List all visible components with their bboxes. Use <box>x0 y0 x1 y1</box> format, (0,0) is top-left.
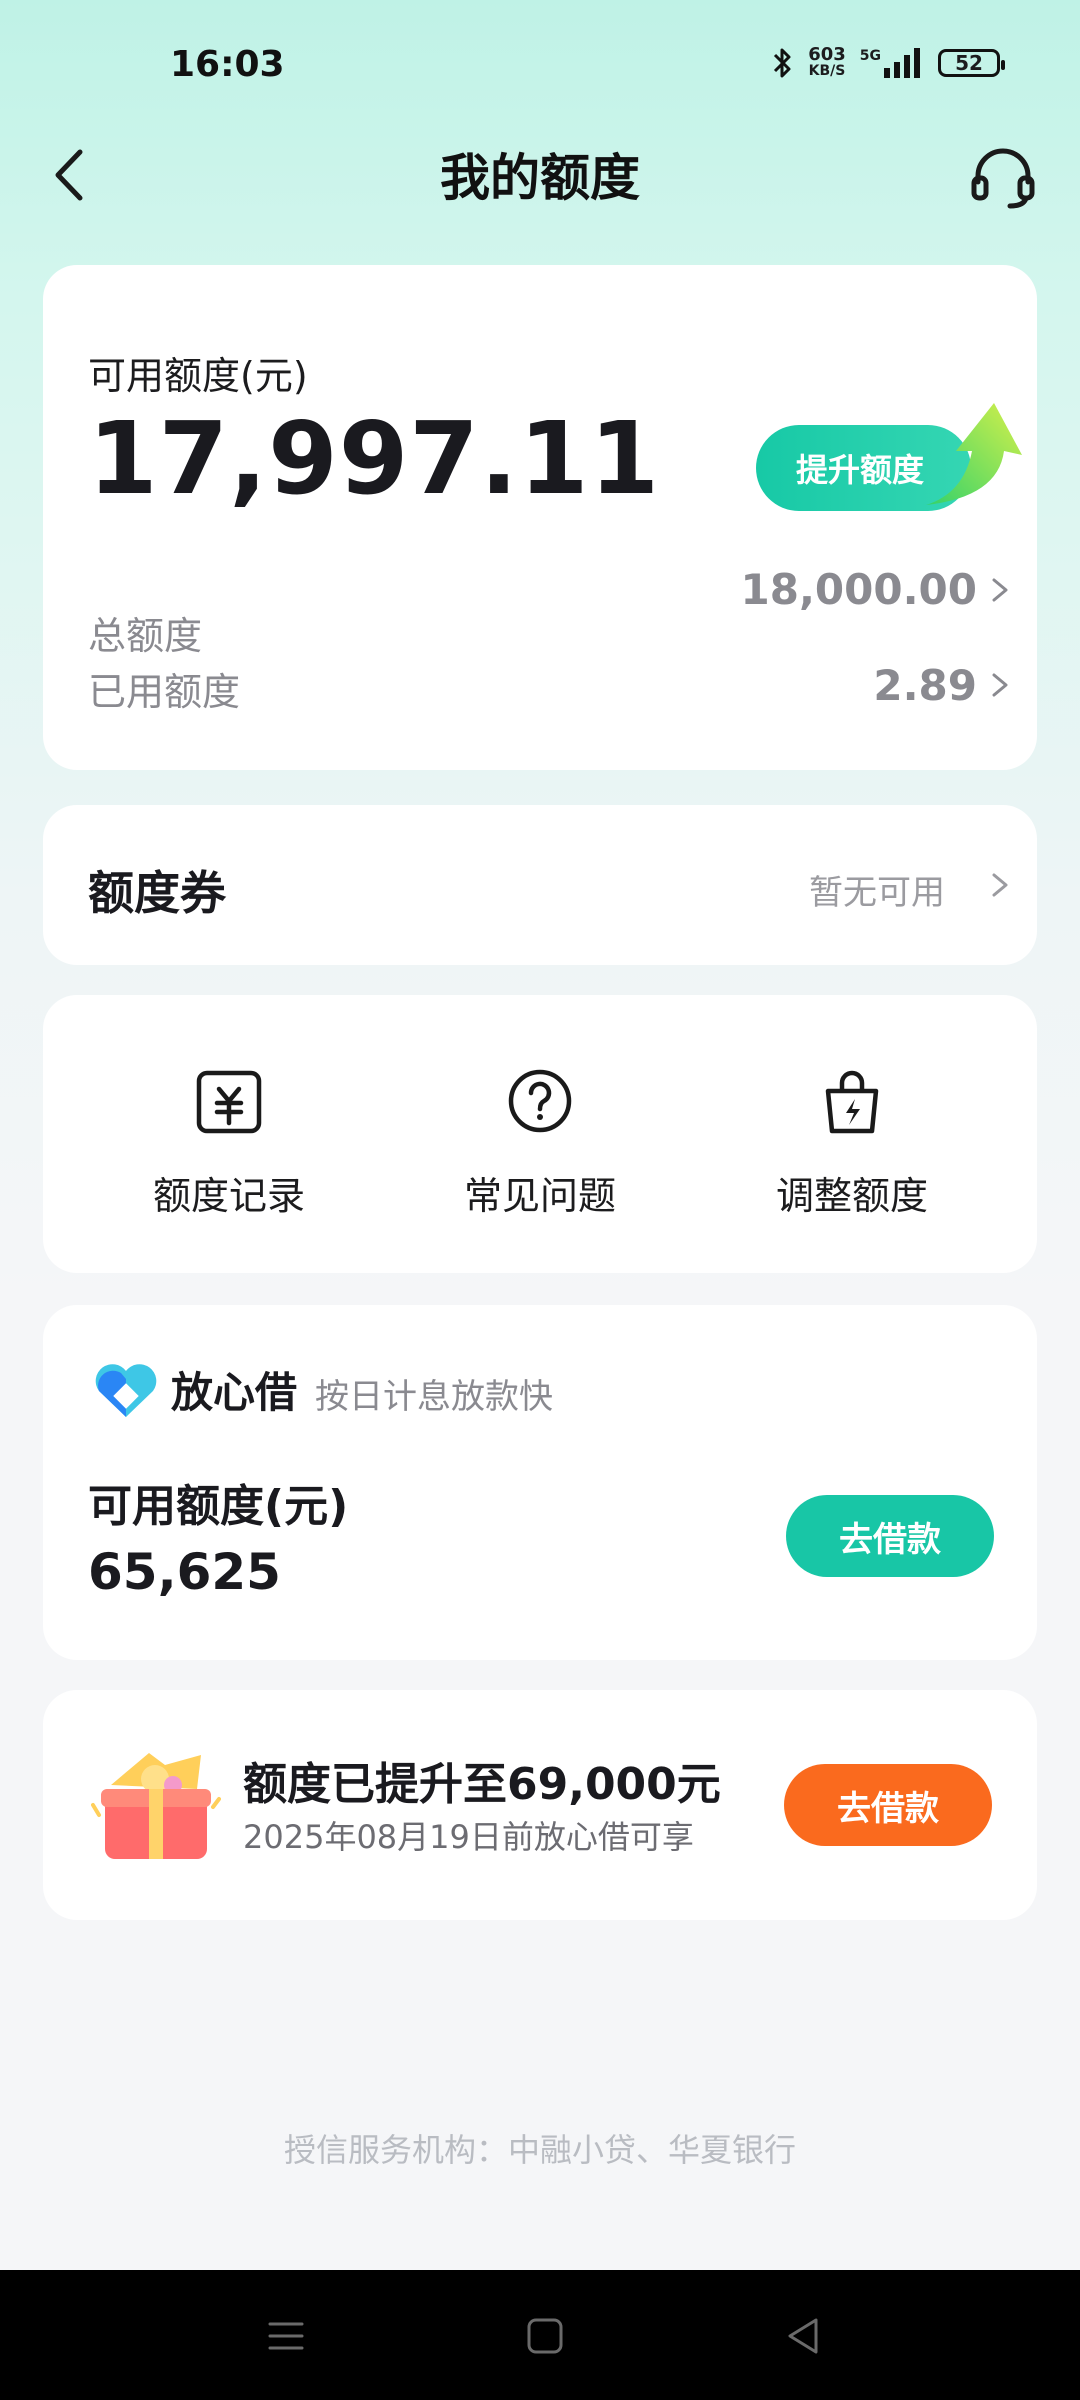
available-quota-label: 可用额度(元) <box>88 354 308 398</box>
promo-borrow-button[interactable]: 去借款 <box>784 1764 992 1846</box>
headset-icon[interactable] <box>966 140 1040 214</box>
promo-title: 额度已提升至69,000元 <box>243 1759 721 1810</box>
status-bar: 16:03 603 KB/S 5G 52 <box>0 0 1080 130</box>
bluetooth-icon <box>774 48 791 78</box>
promo-subtitle: 2025年08月19日前放心借可享 <box>243 1818 694 1856</box>
total-quota-label: 总额度 <box>88 614 203 658</box>
question-circle-icon <box>508 1069 572 1133</box>
fangxinjie-available-label: 可用额度(元) <box>88 1481 349 1532</box>
total-quota-value[interactable]: 18,000.00 <box>741 565 977 614</box>
fangxinjie-card: 放心借 按日计息放款快 可用额度(元) 65,625 去借款 <box>43 1305 1037 1660</box>
raise-quota-button[interactable]: 提升额度 <box>756 403 1022 513</box>
system-nav-bar <box>0 2270 1080 2400</box>
gift-box-icon <box>91 1753 221 1859</box>
signal-label: 5G <box>859 48 881 64</box>
net-speed-unit: KB/S <box>808 63 846 79</box>
fangxinjie-logo-icon <box>95 1364 157 1417</box>
signal-indicator: 5G <box>860 48 924 78</box>
battery-icon: 52 <box>938 49 1005 77</box>
yuan-receipt-icon <box>196 1070 262 1134</box>
chevron-right-icon[interactable] <box>985 665 1015 705</box>
back-triangle-icon[interactable] <box>780 2312 828 2360</box>
status-icons: 603 KB/S 5G 52 <box>772 46 1005 80</box>
promo-card: 额度已提升至69,000元 2025年08月19日前放心借可享 去借款 <box>43 1690 1037 1920</box>
battery-level: 52 <box>955 51 983 75</box>
coupon-label: 额度券 <box>88 866 226 920</box>
net-speed-value: 603 <box>808 44 846 65</box>
action-faq[interactable]: 常见问题 <box>390 1065 690 1220</box>
menu-icon[interactable] <box>262 2312 310 2360</box>
page-title: 我的额度 <box>440 149 640 207</box>
fangxinjie-tagline: 按日计息放款快 <box>315 1377 553 1417</box>
action-label: 常见问题 <box>463 1174 616 1218</box>
quota-coupon-row[interactable]: 额度券 暂无可用 <box>43 805 1037 965</box>
status-time: 16:03 <box>170 44 285 85</box>
net-speed: 603 KB/S <box>808 46 846 80</box>
credit-institution-note: 授信服务机构：中融小贷、华夏银行 <box>283 2131 796 2169</box>
quota-card: 可用额度(元) 17,997.11 提升额度 总额度 18,000.00 已用额… <box>43 265 1037 770</box>
action-quota-record[interactable]: 额度记录 <box>79 1065 379 1220</box>
fangxinjie-brand: 放心借 <box>171 1368 298 1417</box>
action-label: 额度记录 <box>152 1174 305 1218</box>
quick-actions-card: 额度记录 常见问题 调整额度 <box>43 995 1037 1273</box>
action-adjust-quota[interactable]: 调整额度 <box>702 1065 1002 1220</box>
fangxinjie-available-value: 65,625 <box>88 1543 281 1601</box>
home-icon[interactable] <box>521 2312 569 2360</box>
lightning-bag-icon <box>825 1070 879 1134</box>
used-quota-label: 已用额度 <box>88 670 241 714</box>
chevron-right-icon[interactable] <box>985 570 1015 610</box>
fangxinjie-borrow-button[interactable]: 去借款 <box>786 1495 994 1577</box>
used-quota-value[interactable]: 2.89 <box>873 661 977 710</box>
action-label: 调整额度 <box>775 1174 928 1218</box>
signal-bars-icon <box>884 48 920 78</box>
coupon-status: 暂无可用 <box>809 873 945 913</box>
available-quota-value: 17,997.11 <box>88 400 661 517</box>
chevron-right-icon[interactable] <box>985 865 1015 905</box>
up-arrow-icon <box>926 403 1022 505</box>
